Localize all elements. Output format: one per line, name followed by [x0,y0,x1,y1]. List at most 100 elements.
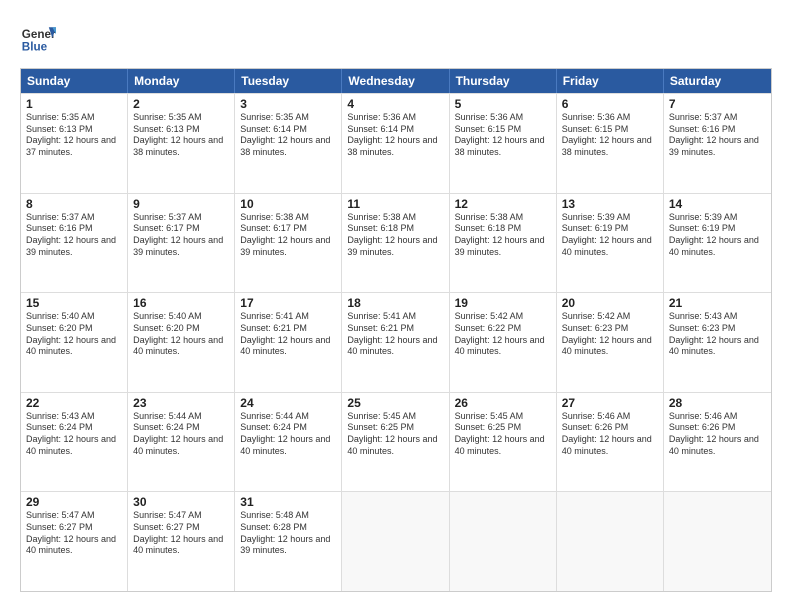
calendar-cell: 20 Sunrise: 5:42 AMSunset: 6:23 PMDaylig… [557,293,664,392]
calendar-cell: 26 Sunrise: 5:45 AMSunset: 6:25 PMDaylig… [450,393,557,492]
calendar-header-cell: Thursday [450,69,557,93]
calendar: SundayMondayTuesdayWednesdayThursdayFrid… [20,68,772,592]
cell-info: Sunrise: 5:36 AMSunset: 6:15 PMDaylight:… [455,112,545,157]
day-number: 4 [347,97,443,111]
logo: General Blue [20,20,56,56]
calendar-cell [450,492,557,591]
calendar-row: 15 Sunrise: 5:40 AMSunset: 6:20 PMDaylig… [21,292,771,392]
calendar-cell: 14 Sunrise: 5:39 AMSunset: 6:19 PMDaylig… [664,194,771,293]
cell-info: Sunrise: 5:43 AMSunset: 6:23 PMDaylight:… [669,311,759,356]
calendar-header-cell: Tuesday [235,69,342,93]
day-number: 18 [347,296,443,310]
calendar-row: 29 Sunrise: 5:47 AMSunset: 6:27 PMDaylig… [21,491,771,591]
day-number: 1 [26,97,122,111]
cell-info: Sunrise: 5:45 AMSunset: 6:25 PMDaylight:… [347,411,437,456]
calendar-cell [342,492,449,591]
calendar-cell: 2 Sunrise: 5:35 AMSunset: 6:13 PMDayligh… [128,94,235,193]
cell-info: Sunrise: 5:41 AMSunset: 6:21 PMDaylight:… [240,311,330,356]
cell-info: Sunrise: 5:36 AMSunset: 6:14 PMDaylight:… [347,112,437,157]
logo-icon: General Blue [20,20,56,56]
day-number: 17 [240,296,336,310]
day-number: 30 [133,495,229,509]
calendar-cell: 7 Sunrise: 5:37 AMSunset: 6:16 PMDayligh… [664,94,771,193]
calendar-cell: 19 Sunrise: 5:42 AMSunset: 6:22 PMDaylig… [450,293,557,392]
cell-info: Sunrise: 5:44 AMSunset: 6:24 PMDaylight:… [240,411,330,456]
calendar-cell: 9 Sunrise: 5:37 AMSunset: 6:17 PMDayligh… [128,194,235,293]
day-number: 5 [455,97,551,111]
calendar-cell: 24 Sunrise: 5:44 AMSunset: 6:24 PMDaylig… [235,393,342,492]
cell-info: Sunrise: 5:41 AMSunset: 6:21 PMDaylight:… [347,311,437,356]
calendar-cell: 8 Sunrise: 5:37 AMSunset: 6:16 PMDayligh… [21,194,128,293]
calendar-cell: 5 Sunrise: 5:36 AMSunset: 6:15 PMDayligh… [450,94,557,193]
calendar-header-cell: Saturday [664,69,771,93]
cell-info: Sunrise: 5:39 AMSunset: 6:19 PMDaylight:… [562,212,652,257]
day-number: 9 [133,197,229,211]
calendar-cell: 21 Sunrise: 5:43 AMSunset: 6:23 PMDaylig… [664,293,771,392]
cell-info: Sunrise: 5:37 AMSunset: 6:16 PMDaylight:… [26,212,116,257]
calendar-cell: 12 Sunrise: 5:38 AMSunset: 6:18 PMDaylig… [450,194,557,293]
cell-info: Sunrise: 5:36 AMSunset: 6:15 PMDaylight:… [562,112,652,157]
calendar-cell: 22 Sunrise: 5:43 AMSunset: 6:24 PMDaylig… [21,393,128,492]
day-number: 22 [26,396,122,410]
cell-info: Sunrise: 5:35 AMSunset: 6:13 PMDaylight:… [133,112,223,157]
day-number: 28 [669,396,766,410]
cell-info: Sunrise: 5:40 AMSunset: 6:20 PMDaylight:… [133,311,223,356]
calendar-cell: 31 Sunrise: 5:48 AMSunset: 6:28 PMDaylig… [235,492,342,591]
day-number: 12 [455,197,551,211]
calendar-header: SundayMondayTuesdayWednesdayThursdayFrid… [21,69,771,93]
calendar-cell: 11 Sunrise: 5:38 AMSunset: 6:18 PMDaylig… [342,194,449,293]
day-number: 19 [455,296,551,310]
cell-info: Sunrise: 5:47 AMSunset: 6:27 PMDaylight:… [26,510,116,555]
day-number: 15 [26,296,122,310]
day-number: 21 [669,296,766,310]
calendar-cell: 30 Sunrise: 5:47 AMSunset: 6:27 PMDaylig… [128,492,235,591]
cell-info: Sunrise: 5:42 AMSunset: 6:23 PMDaylight:… [562,311,652,356]
day-number: 31 [240,495,336,509]
calendar-cell: 3 Sunrise: 5:35 AMSunset: 6:14 PMDayligh… [235,94,342,193]
page: General Blue SundayMondayTuesdayWednesda… [0,0,792,612]
day-number: 27 [562,396,658,410]
calendar-row: 22 Sunrise: 5:43 AMSunset: 6:24 PMDaylig… [21,392,771,492]
cell-info: Sunrise: 5:40 AMSunset: 6:20 PMDaylight:… [26,311,116,356]
day-number: 10 [240,197,336,211]
calendar-header-cell: Friday [557,69,664,93]
svg-text:Blue: Blue [22,41,48,54]
calendar-cell: 18 Sunrise: 5:41 AMSunset: 6:21 PMDaylig… [342,293,449,392]
calendar-cell: 27 Sunrise: 5:46 AMSunset: 6:26 PMDaylig… [557,393,664,492]
cell-info: Sunrise: 5:46 AMSunset: 6:26 PMDaylight:… [669,411,759,456]
calendar-cell: 1 Sunrise: 5:35 AMSunset: 6:13 PMDayligh… [21,94,128,193]
day-number: 6 [562,97,658,111]
day-number: 16 [133,296,229,310]
day-number: 14 [669,197,766,211]
cell-info: Sunrise: 5:38 AMSunset: 6:18 PMDaylight:… [455,212,545,257]
day-number: 24 [240,396,336,410]
day-number: 3 [240,97,336,111]
day-number: 23 [133,396,229,410]
calendar-row: 8 Sunrise: 5:37 AMSunset: 6:16 PMDayligh… [21,193,771,293]
day-number: 25 [347,396,443,410]
cell-info: Sunrise: 5:37 AMSunset: 6:17 PMDaylight:… [133,212,223,257]
cell-info: Sunrise: 5:42 AMSunset: 6:22 PMDaylight:… [455,311,545,356]
calendar-cell: 15 Sunrise: 5:40 AMSunset: 6:20 PMDaylig… [21,293,128,392]
calendar-header-cell: Monday [128,69,235,93]
day-number: 29 [26,495,122,509]
calendar-cell: 16 Sunrise: 5:40 AMSunset: 6:20 PMDaylig… [128,293,235,392]
cell-info: Sunrise: 5:47 AMSunset: 6:27 PMDaylight:… [133,510,223,555]
calendar-cell [557,492,664,591]
day-number: 7 [669,97,766,111]
day-number: 11 [347,197,443,211]
cell-info: Sunrise: 5:44 AMSunset: 6:24 PMDaylight:… [133,411,223,456]
cell-info: Sunrise: 5:37 AMSunset: 6:16 PMDaylight:… [669,112,759,157]
header: General Blue [20,20,772,56]
cell-info: Sunrise: 5:46 AMSunset: 6:26 PMDaylight:… [562,411,652,456]
cell-info: Sunrise: 5:45 AMSunset: 6:25 PMDaylight:… [455,411,545,456]
calendar-cell [664,492,771,591]
calendar-header-cell: Wednesday [342,69,449,93]
calendar-cell: 4 Sunrise: 5:36 AMSunset: 6:14 PMDayligh… [342,94,449,193]
day-number: 26 [455,396,551,410]
calendar-cell: 17 Sunrise: 5:41 AMSunset: 6:21 PMDaylig… [235,293,342,392]
calendar-row: 1 Sunrise: 5:35 AMSunset: 6:13 PMDayligh… [21,93,771,193]
day-number: 20 [562,296,658,310]
day-number: 13 [562,197,658,211]
calendar-cell: 25 Sunrise: 5:45 AMSunset: 6:25 PMDaylig… [342,393,449,492]
